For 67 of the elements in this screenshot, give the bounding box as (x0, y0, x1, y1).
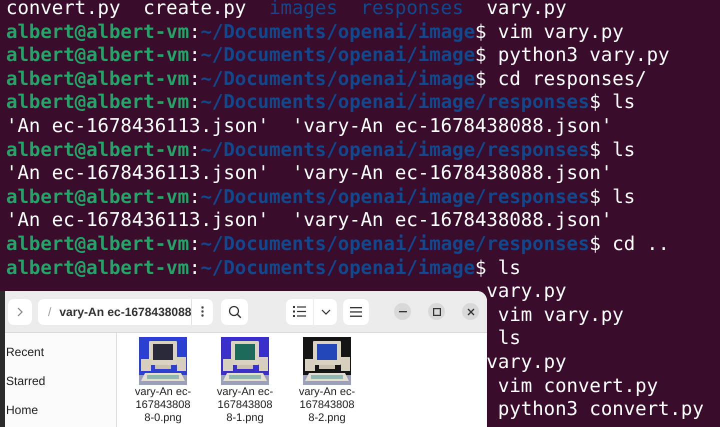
terminal-text: $ ls (589, 91, 636, 114)
terminal-text: : (189, 186, 200, 208)
menu-icon (350, 306, 362, 316)
path-bar[interactable]: / vary-An ec-1678438088 (38, 298, 213, 324)
prompt-user: albert@albert-vm (6, 68, 190, 90)
search-button[interactable] (221, 298, 248, 324)
terminal-text: $ ls (589, 138, 636, 161)
prompt-path: ~/Documents/openai/image (200, 44, 476, 66)
file-name: vary-An ec-1678438088-0.png (134, 386, 192, 425)
chevron-down-icon (320, 308, 330, 314)
terminal-text: vary.py (485, 0, 567, 19)
terminal-text: vary.py (486, 280, 566, 302)
terminal-text: $ ls (475, 256, 521, 279)
chevron-right-icon (17, 306, 23, 316)
path-separator: / (47, 304, 52, 318)
terminal-text: vim convert.py (498, 374, 658, 396)
close-button[interactable] (462, 303, 479, 320)
prompt-user: albert@albert-vm (6, 232, 190, 255)
prompt-path: ~/Documents/openai/image/responses (200, 138, 590, 161)
list-view-button[interactable] (286, 298, 313, 324)
prompt-user: albert@albert-vm (6, 44, 190, 66)
directory-name: responses (360, 0, 464, 19)
terminal-text: 'An ec-1678436113.json' 'vary-An ec-1678438088.json' (6, 209, 612, 232)
prompt-path: ~/Documents/openai/image (200, 68, 476, 90)
menu-button[interactable] (343, 298, 369, 324)
terminal-text: 'An ec-1678436113.json' 'vary-An ec-1678438088.json' (6, 162, 612, 184)
prompt-path: ~/Documents/openai/image (200, 256, 476, 279)
terminal-text: convert.py create.py (6, 0, 246, 19)
terminal-text: $ cd .. (589, 232, 670, 255)
terminal-text: : (189, 68, 200, 90)
terminal-text: : (189, 20, 200, 43)
prompt-path: ~/Documents/openai/image/responses (200, 232, 590, 255)
terminal-text: : (189, 232, 200, 255)
prompt-path: ~/Documents/openai/image/responses (200, 186, 590, 208)
terminal-text: : (189, 91, 200, 114)
terminal-text: $ vim vary.py (475, 20, 624, 43)
terminal-text: vim vary.py (498, 304, 624, 326)
terminal-text: : (189, 44, 200, 66)
terminal-text: python3 convert.py (498, 398, 704, 420)
prompt-user: albert@albert-vm (6, 186, 190, 208)
terminal-text: $ ls (589, 186, 636, 208)
prompt-path: ~/Documents/openai/image (200, 20, 476, 43)
maximize-button[interactable] (428, 303, 445, 320)
file-name: vary-An ec-1678438088-2.png (298, 386, 356, 425)
prompt-user: albert@albert-vm (6, 91, 190, 114)
file-name: vary-An ec-1678438088-1.png (216, 386, 274, 425)
maximize-icon (432, 308, 440, 316)
minimize-button[interactable] (394, 303, 411, 320)
prompt-path: ~/Documents/openai/image/responses (200, 91, 590, 114)
sidebar-item[interactable]: Starred (5, 367, 116, 396)
terminal-text: : (189, 256, 200, 279)
close-icon (466, 308, 474, 316)
terminal-text: vary.py (486, 350, 566, 373)
folder-name: vary-An ec-1678438088 (59, 304, 192, 318)
minimize-icon (398, 310, 406, 312)
list-icon (293, 306, 306, 317)
prompt-user: albert@albert-vm (6, 256, 190, 279)
sidebar-item[interactable]: Home (5, 396, 116, 425)
terminal-text: ls (498, 327, 521, 350)
terminal-text: : (189, 138, 200, 161)
terminal-text: $ python3 vary.py (475, 44, 670, 66)
terminal-text: 'An ec-1678436113.json' 'vary-An ec-1678438088.json' (6, 114, 612, 137)
terminal-text: $ cd responses/ (475, 68, 647, 90)
prompt-user: albert@albert-vm (6, 20, 190, 43)
search-icon (228, 304, 242, 318)
sidebar-item[interactable]: Recent (5, 338, 116, 367)
prompt-user: albert@albert-vm (6, 138, 190, 161)
